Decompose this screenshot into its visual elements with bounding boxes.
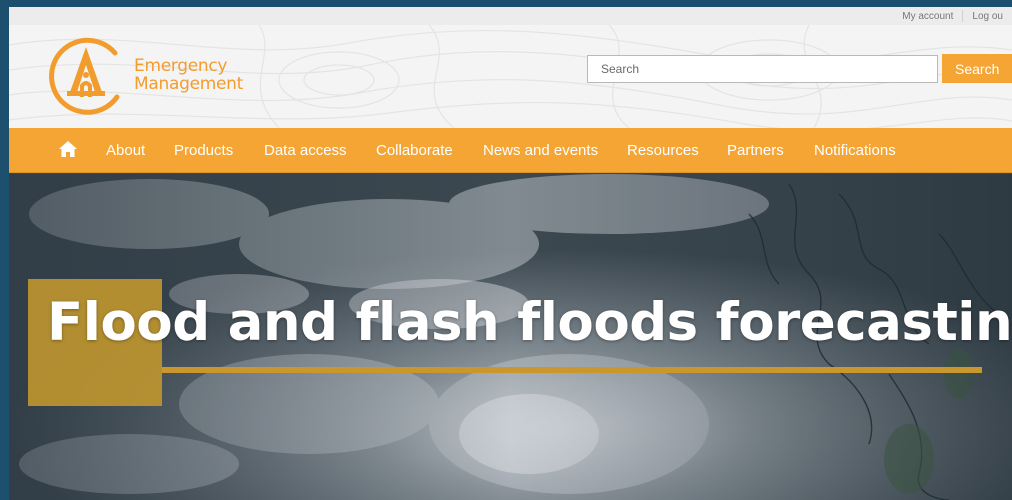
nav-item-collaborate[interactable]: Collaborate (376, 142, 453, 159)
nav-item-news-and-events[interactable]: News and events (483, 142, 598, 159)
nav-item-about[interactable]: About (106, 142, 145, 159)
home-icon[interactable] (58, 140, 78, 158)
nav-item-data-access[interactable]: Data access (264, 142, 347, 159)
window-frame-top (0, 0, 1012, 7)
hero-banner: Flood and flash floods forecasting (9, 174, 1012, 500)
utility-bar: My account Log ou (9, 7, 1012, 25)
emergency-management-logo[interactable] (45, 35, 127, 117)
hero-title-underline (162, 367, 982, 373)
main-nav: About Products Data access Collaborate N… (9, 128, 1012, 173)
nav-item-partners[interactable]: Partners (727, 142, 784, 159)
window-frame-left (0, 0, 9, 500)
search-input[interactable] (587, 55, 938, 83)
my-account-link[interactable]: My account (893, 11, 962, 22)
nav-item-notifications[interactable]: Notifications (814, 142, 896, 159)
log-out-link[interactable]: Log ou (963, 11, 1012, 22)
nav-item-resources[interactable]: Resources (627, 142, 699, 159)
brand-line-1: Emergency (134, 56, 228, 76)
nav-item-products[interactable]: Products (174, 142, 233, 159)
site-header: Emergency Management Search (9, 25, 1012, 128)
brand-line-2: Management (134, 74, 243, 94)
brand-name[interactable]: Emergency Management (134, 57, 243, 93)
hero-title: Flood and flash floods forecasting (47, 292, 1012, 353)
search-button[interactable]: Search (942, 54, 1012, 83)
